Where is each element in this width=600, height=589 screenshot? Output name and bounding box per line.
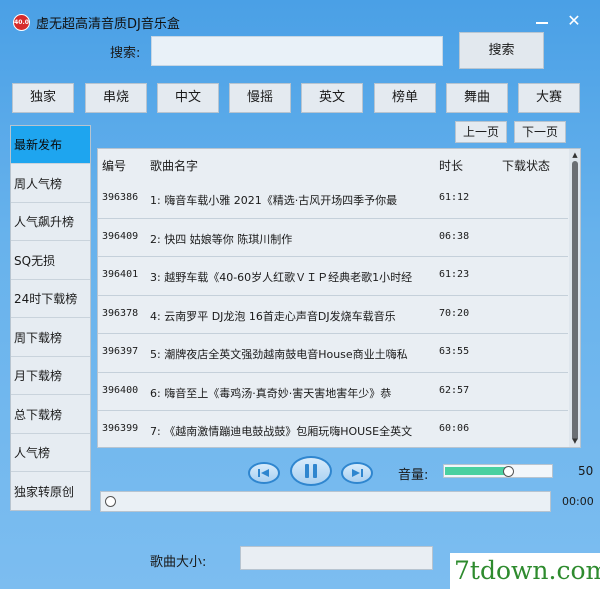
header-status: 下载状态 [502, 159, 551, 173]
song-id: 396401 [102, 269, 139, 280]
table-row[interactable]: 396399 7: 《越南激情蹦迪电鼓战鼓》包厢玩嗨HOUSE全英文 60:06 [98, 411, 568, 447]
category-button-contest[interactable]: 大赛 [518, 83, 580, 113]
song-duration: 62:57 [439, 384, 470, 396]
previous-button[interactable] [248, 462, 280, 484]
song-id: 396409 [102, 230, 139, 242]
song-duration: 60:06 [439, 423, 470, 434]
song-duration: 63:55 [439, 346, 470, 357]
song-id: 396397 [102, 346, 139, 357]
playback-time: 00:00 [562, 495, 594, 508]
song-name: 7: 《越南激情蹦迪电鼓战鼓》包厢玩嗨HOUSE全英文 [150, 425, 413, 438]
song-name: 2: 快四 姑娘等你 陈琪川制作 [150, 232, 293, 246]
volume-slider[interactable] [443, 464, 553, 478]
header-duration: 时长 [439, 159, 464, 173]
song-name: 3: 越野车载《40-60岁人红歌ＶＩＰ经典老歌1小时经 [150, 271, 413, 284]
table-row[interactable]: 396409 2: 快四 姑娘等你 陈琪川制作 06:38 [98, 219, 568, 257]
sidebar: 最新发布 周人气榜 人气飙升榜 SQ无损 24时下载榜 周下载榜 月下载榜 总下… [10, 125, 91, 511]
volume-label: 音量: [398, 468, 429, 483]
song-name: 1: 嗨音车载小雅 2021《精选·古风开场四季予你最 [150, 194, 398, 207]
category-button-chinese[interactable]: 中文 [157, 83, 219, 113]
close-button[interactable]: ✕ [562, 10, 586, 32]
song-name: 5: 潮牌夜店全英文强劲越南鼓电音House商业土嗨私 [150, 348, 408, 361]
song-duration: 70:20 [439, 307, 470, 319]
close-icon: ✕ [567, 11, 581, 30]
category-button-slow-rock[interactable]: 慢摇 [229, 83, 291, 113]
table-row[interactable]: 396400 6: 嗨音至上《毒鸡汤·真奇妙·害天害地害年少》恭 62:57 [98, 373, 568, 411]
header-id: 编号 [102, 159, 127, 173]
scroll-thumb[interactable] [572, 161, 578, 441]
category-button-exclusive[interactable]: 独家 [12, 83, 74, 113]
song-name: 4: 云南罗平 DJ龙泡 16首走心声音DJ发烧车载音乐 [150, 309, 396, 323]
pause-button[interactable] [290, 456, 332, 486]
window-title: 虚无超高清音质DJ音乐盒 [36, 17, 180, 32]
search-label: 搜索: [110, 46, 141, 61]
sidebar-item-weekly-popular[interactable]: 周人气榜 [11, 165, 90, 203]
previous-icon [258, 469, 269, 477]
song-duration: 61:12 [439, 192, 470, 203]
table-row[interactable]: 396386 1: 嗨音车载小雅 2021《精选·古风开场四季予你最 61:12 [98, 180, 568, 219]
song-name: 6: 嗨音至上《毒鸡汤·真奇妙·害天害地害年少》恭 [150, 386, 392, 400]
app-logo-icon: 40.0 [13, 14, 30, 31]
minimize-button[interactable] [530, 10, 554, 32]
pause-icon [305, 464, 317, 478]
song-duration: 06:38 [439, 230, 470, 242]
title-bar: 40.0 虚无超高清音质DJ音乐盒 ✕ [0, 0, 600, 32]
category-button-english[interactable]: 英文 [301, 83, 363, 113]
watermark: 7tdown.com [450, 553, 600, 589]
table-header: 编号 歌曲名字 时长 下载状态 [98, 149, 568, 180]
sidebar-item-sq-lossless[interactable]: SQ无损 [11, 242, 90, 280]
app-window: 40.0 虚无超高清音质DJ音乐盒 ✕ 搜索: 搜索 独家 串烧 中文 慢摇 英… [0, 0, 600, 589]
next-icon [352, 469, 363, 477]
song-id: 396378 [102, 307, 139, 319]
search-input[interactable] [151, 36, 443, 66]
table-row[interactable]: 396397 5: 潮牌夜店全英文强劲越南鼓电音House商业土嗨私 63:55 [98, 334, 568, 373]
minimize-icon [536, 22, 548, 24]
category-button-dance[interactable]: 舞曲 [446, 83, 508, 113]
progress-slider[interactable] [100, 491, 551, 512]
scroll-up-icon[interactable]: ▲ [571, 151, 579, 159]
table-row[interactable]: 396378 4: 云南罗平 DJ龙泡 16首走心声音DJ发烧车载音乐 70:2… [98, 296, 568, 334]
table-row[interactable]: 396401 3: 越野车载《40-60岁人红歌ＶＩＰ经典老歌1小时经 61:2… [98, 257, 568, 296]
header-name: 歌曲名字 [150, 159, 199, 173]
sidebar-item-original[interactable]: 独家转原创 [11, 473, 90, 511]
song-id: 396400 [102, 384, 139, 396]
sidebar-item-rising[interactable]: 人气飙升榜 [11, 203, 90, 241]
next-page-button[interactable]: 下一页 [514, 121, 566, 143]
volume-knob[interactable] [503, 466, 514, 477]
category-button-charts[interactable]: 榜单 [374, 83, 436, 113]
table-scrollbar[interactable]: ▲ ▼ [569, 149, 580, 447]
song-duration: 61:23 [439, 269, 470, 280]
volume-fill [445, 467, 510, 475]
song-id: 396399 [102, 423, 139, 434]
search-button[interactable]: 搜索 [459, 32, 544, 69]
sidebar-item-latest[interactable]: 最新发布 [11, 126, 90, 164]
sidebar-item-monthly-downloads[interactable]: 月下载榜 [11, 357, 90, 395]
sidebar-item-popular[interactable]: 人气榜 [11, 434, 90, 472]
sidebar-item-weekly-downloads[interactable]: 周下载榜 [11, 319, 90, 357]
sidebar-item-24h-downloads[interactable]: 24时下载榜 [11, 280, 90, 318]
song-size-field [240, 546, 433, 570]
scroll-down-icon[interactable]: ▼ [571, 437, 579, 445]
volume-value: 50 [578, 464, 594, 478]
song-table: 编号 歌曲名字 时长 下载状态 396386 1: 嗨音车载小雅 2021《精选… [97, 148, 581, 448]
next-button[interactable] [341, 462, 373, 484]
progress-knob[interactable] [105, 496, 116, 507]
song-size-label: 歌曲大小: [150, 555, 207, 570]
prev-page-button[interactable]: 上一页 [455, 121, 507, 143]
song-id: 396386 [102, 192, 139, 203]
category-button-medley[interactable]: 串烧 [85, 83, 147, 113]
sidebar-item-total-downloads[interactable]: 总下载榜 [11, 396, 90, 434]
